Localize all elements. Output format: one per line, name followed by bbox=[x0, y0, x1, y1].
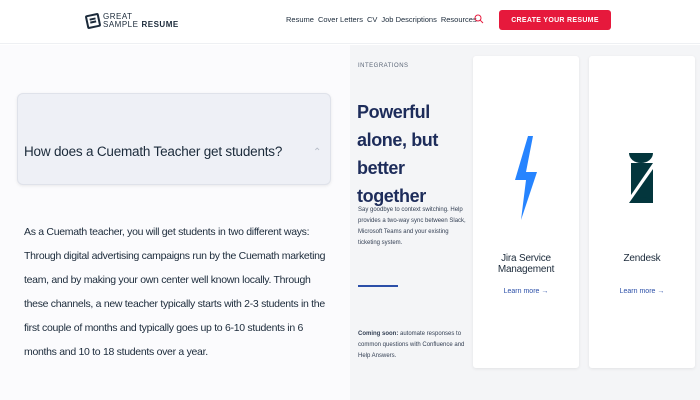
integrations-description: Say goodbye to context switching. Help p… bbox=[358, 207, 466, 246]
faq-question[interactable]: How does a Cuemath Teacher get students? bbox=[24, 144, 282, 159]
nav-job-descriptions[interactable]: Job Descriptions bbox=[381, 15, 436, 24]
main-nav: Resume Cover Letters CV Job Descriptions… bbox=[286, 15, 477, 24]
logo-line2b: RESUME bbox=[141, 20, 179, 29]
faq-question-card[interactable] bbox=[17, 93, 331, 185]
logo-mark-icon bbox=[84, 12, 102, 30]
learn-more-jira-link[interactable]: Learn more → bbox=[473, 288, 579, 295]
jira-logo-icon bbox=[473, 136, 579, 220]
site-header: GREAT SAMPLE RESUME Resume Cover Letters… bbox=[0, 0, 700, 44]
coming-soon-label: Coming soon: bbox=[358, 331, 399, 337]
integration-card-zendesk[interactable]: Zendesk Learn more → bbox=[589, 56, 695, 368]
nav-cv[interactable]: CV bbox=[367, 15, 377, 24]
site-logo[interactable]: GREAT SAMPLE RESUME bbox=[84, 10, 179, 32]
coming-soon-note: Coming soon: automate responses to commo… bbox=[358, 329, 468, 362]
chevron-up-icon[interactable]: ⌃ bbox=[313, 147, 321, 158]
logo-line2a: SAMPLE bbox=[103, 20, 139, 29]
faq-answer: As a Cuemath teacher, you will get stude… bbox=[24, 226, 326, 358]
card-title-jira: Jira Service Management bbox=[497, 253, 555, 275]
integrations-eyebrow: INTEGRATIONS bbox=[358, 63, 409, 69]
card-title-zendesk: Zendesk bbox=[623, 253, 661, 264]
zendesk-logo-icon bbox=[589, 136, 695, 220]
nav-resources[interactable]: Resources bbox=[441, 15, 477, 24]
create-resume-button[interactable]: CREATE YOUR RESUME bbox=[499, 10, 611, 30]
integration-card-jira[interactable]: Jira Service Management Learn more → bbox=[473, 56, 579, 368]
section-divider bbox=[358, 285, 398, 287]
learn-more-zendesk-link[interactable]: Learn more → bbox=[589, 288, 695, 295]
nav-cover-letters[interactable]: Cover Letters bbox=[318, 15, 363, 24]
integrations-heading: Powerful alone, but better together bbox=[357, 102, 438, 206]
nav-resume[interactable]: Resume bbox=[286, 15, 314, 24]
search-icon[interactable] bbox=[474, 14, 484, 24]
